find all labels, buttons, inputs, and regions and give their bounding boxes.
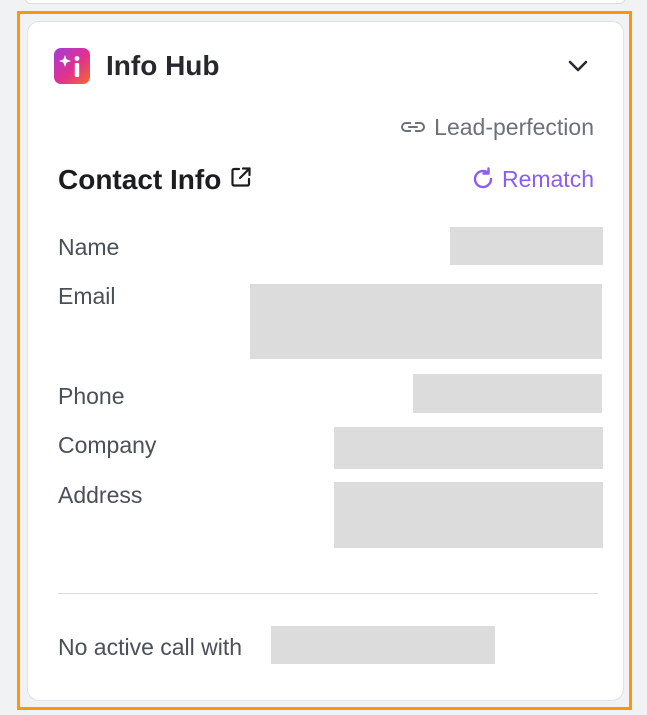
address-label: Address — [58, 482, 143, 508]
call-status-text: No active call with — [58, 634, 243, 660]
lead-source-link[interactable]: Lead-perfection — [400, 112, 594, 142]
company-label: Company — [58, 432, 157, 458]
external-link-icon[interactable] — [229, 165, 253, 189]
section-title: Contact Info — [58, 164, 222, 195]
contact-info-header: Contact Info — [58, 162, 253, 198]
phone-value-redacted — [413, 374, 602, 413]
call-contact-redacted — [271, 626, 495, 664]
info-sparkle-icon — [54, 48, 90, 84]
name-value-redacted — [450, 227, 603, 265]
collapse-toggle-button[interactable] — [563, 51, 593, 81]
previous-card-edge — [24, 0, 626, 4]
address-value-redacted — [334, 482, 603, 548]
info-hub-panel-highlight: Info Hub Lead-perfection Contact Info Re… — [17, 11, 632, 710]
lead-source-label: Lead-perfection — [434, 114, 594, 140]
phone-label: Phone — [58, 383, 125, 409]
rematch-button[interactable]: Rematch — [470, 163, 594, 195]
company-value-redacted — [334, 427, 603, 469]
chevron-down-icon — [568, 60, 588, 72]
link-icon — [401, 122, 426, 132]
email-value-redacted — [250, 284, 602, 359]
email-label: Email — [58, 283, 116, 309]
panel-title: Info Hub — [106, 50, 220, 81]
divider — [58, 593, 598, 594]
name-label: Name — [58, 234, 120, 260]
rematch-label: Rematch — [501, 166, 594, 192]
refresh-icon — [473, 167, 493, 189]
info-hub-card: Info Hub Lead-perfection Contact Info Re… — [27, 21, 624, 701]
